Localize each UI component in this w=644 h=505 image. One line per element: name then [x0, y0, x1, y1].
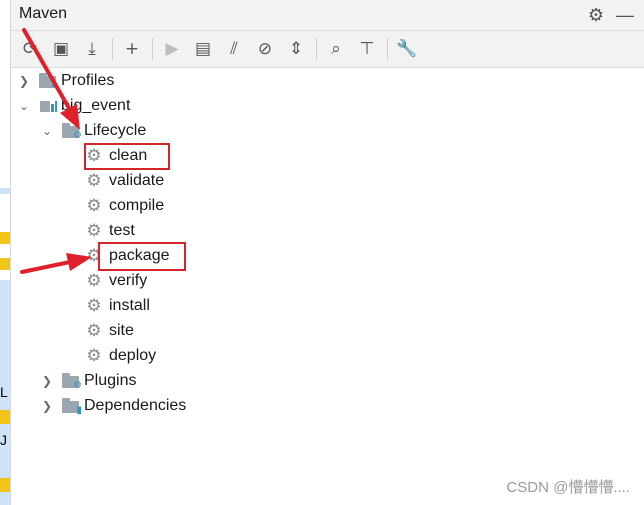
tree-item-label: Dependencies	[84, 396, 187, 414]
strip-marker	[0, 188, 10, 194]
tree-item-label: Plugins	[84, 371, 137, 389]
run-icon[interactable]: ▶	[159, 36, 185, 62]
tree-item-plugins[interactable]: ❯ ⚙ Plugins	[40, 368, 137, 393]
lifecycle-phase-site[interactable]: ⚙ site	[85, 318, 134, 343]
add-icon[interactable]: +	[119, 36, 145, 62]
profiles-folder-icon: ✓	[39, 72, 59, 90]
gear-icon[interactable]: ⚙	[588, 5, 604, 25]
toggle-offline-icon[interactable]: ⫽	[221, 36, 247, 62]
reload-icon[interactable]: ⟳	[17, 36, 43, 62]
maven-toolbar: ⟳ ▣ ⤓ + ▶ ▤ ⫽ ⊘ ⇕ ⌕ ⊤ 🔧	[11, 31, 644, 68]
highlight-box-package	[98, 242, 186, 271]
plugins-folder-icon: ⚙	[62, 372, 82, 390]
chevron-right-icon[interactable]: ❯	[17, 74, 31, 88]
gear-icon: ⚙	[86, 295, 102, 316]
highlight-box-clean	[84, 143, 170, 170]
gear-icon: ⚙	[86, 320, 102, 341]
toolbar-separator	[316, 38, 317, 60]
strip-marker	[0, 410, 10, 424]
chevron-down-icon[interactable]: ⌄	[17, 99, 31, 113]
phase-label: validate	[109, 171, 165, 189]
lifecycle-phase-deploy[interactable]: ⚙ deploy	[85, 343, 156, 368]
chevron-right-icon[interactable]: ❯	[40, 374, 54, 388]
add-maven-project-icon[interactable]: ▣	[48, 36, 74, 62]
tree-item-label: Lifecycle	[84, 121, 147, 139]
toolbar-separator	[387, 38, 388, 60]
strip-marker	[0, 232, 10, 244]
gear-icon: ⚙	[86, 170, 102, 191]
phase-label: install	[109, 296, 150, 314]
tree-item-label: big_event	[61, 96, 131, 114]
dependencies-folder-icon: ▮	[62, 397, 82, 415]
strip-char: J	[0, 432, 7, 448]
gear-icon: ⚙	[86, 195, 102, 216]
settings-wrench-icon[interactable]: 🔧	[394, 36, 420, 62]
watermark: CSDN @懵懵懵....	[506, 479, 630, 496]
vertical-scroll-area[interactable]	[638, 68, 644, 505]
skip-tests-icon[interactable]: ⊘	[252, 36, 278, 62]
gear-icon: ⚙	[86, 270, 102, 291]
toolbar-separator	[152, 38, 153, 60]
show-dependencies-icon[interactable]: ⌕	[323, 36, 349, 62]
chevron-down-icon[interactable]: ⌄	[40, 124, 54, 138]
tree-item-dependencies[interactable]: ❯ ▮ Dependencies	[40, 393, 186, 418]
gear-icon: ⚙	[86, 220, 102, 241]
phase-label: site	[109, 321, 134, 339]
toolbar-separator	[112, 38, 113, 60]
lifecycle-folder-icon: ⚙	[62, 122, 82, 140]
left-editor-strip: L J	[0, 0, 11, 505]
maven-module-icon	[39, 98, 57, 114]
gear-icon: ⚙	[86, 345, 102, 366]
minimize-icon[interactable]: —	[616, 5, 634, 25]
phase-label: compile	[109, 196, 165, 214]
tree-item-label: Profiles	[61, 71, 115, 89]
lifecycle-phase-install[interactable]: ⚙ install	[85, 293, 150, 318]
phase-label: deploy	[109, 346, 157, 364]
panel-title: Maven	[19, 5, 68, 22]
tree-item-profiles[interactable]: ❯ ✓ Profiles	[17, 68, 114, 93]
chevron-right-icon[interactable]: ❯	[40, 399, 54, 413]
strip-marker	[0, 258, 10, 270]
lifecycle-phase-test[interactable]: ⚙ test	[85, 218, 135, 243]
phase-label: test	[109, 221, 135, 239]
execute-goal-icon[interactable]: ▤	[190, 36, 216, 62]
maven-panel-header: Maven ⚙ —	[11, 0, 644, 31]
lifecycle-phase-verify[interactable]: ⚙ verify	[85, 268, 147, 293]
strip-char: L	[0, 384, 8, 400]
download-icon[interactable]: ⤓	[79, 36, 105, 62]
maven-tree: ❯ ✓ Profiles ⌄ big_event ⌄ ⚙ Lifecycle ⚙…	[11, 68, 644, 505]
strip-marker	[0, 478, 10, 492]
tree-item-lifecycle[interactable]: ⌄ ⚙ Lifecycle	[40, 118, 146, 143]
lifecycle-phase-compile[interactable]: ⚙ compile	[85, 193, 164, 218]
collapse-all-icon[interactable]: ⇕	[283, 36, 309, 62]
tree-item-project[interactable]: ⌄ big_event	[17, 93, 130, 118]
phase-label: verify	[109, 271, 148, 289]
expand-icon[interactable]: ⊤	[354, 36, 380, 62]
lifecycle-phase-validate[interactable]: ⚙ validate	[85, 168, 164, 193]
